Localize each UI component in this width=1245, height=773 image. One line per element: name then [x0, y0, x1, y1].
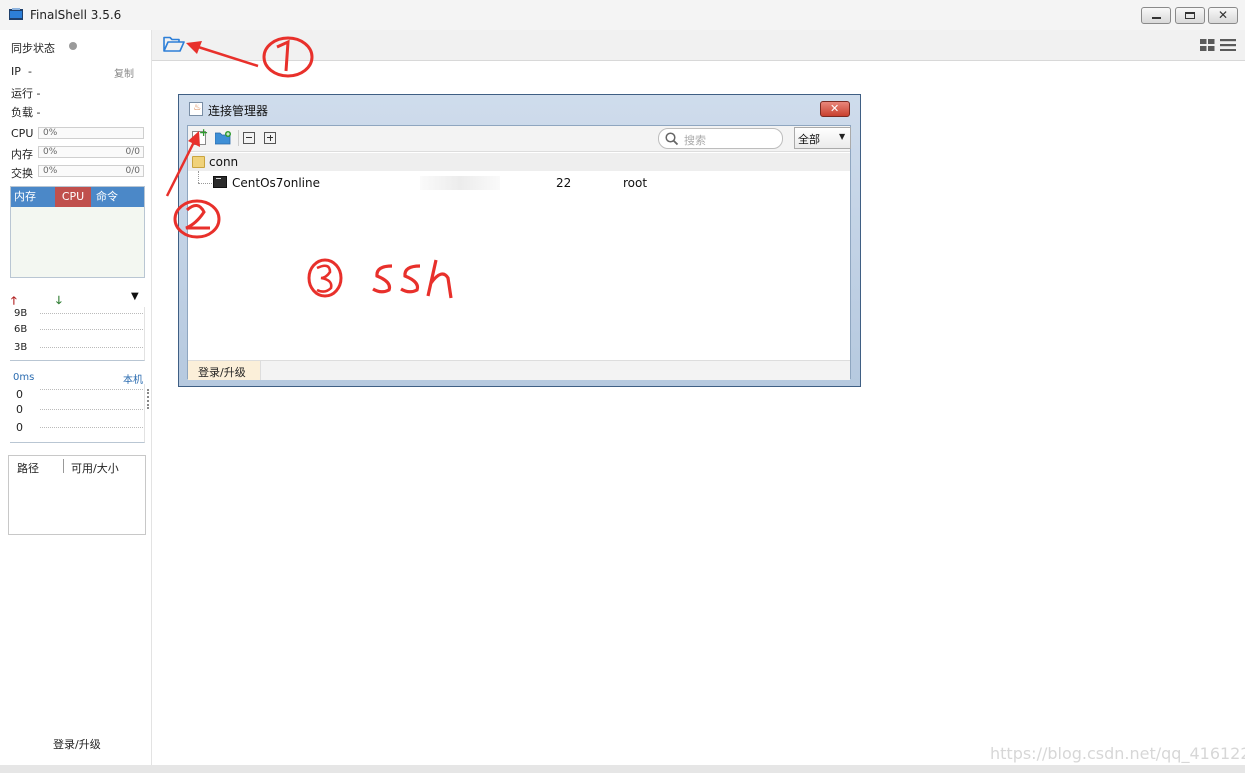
annotation-ssh-text [372, 259, 453, 299]
annotation-circle [173, 199, 221, 239]
annotation-circle [307, 258, 343, 298]
annotation-circle [262, 36, 314, 78]
annotation-overlay [165, 36, 453, 299]
watermark: https://blog.csdn.net/qq_41612292 [990, 744, 1245, 763]
window-bottom-border [0, 765, 1245, 773]
annotation-arrow [165, 131, 200, 197]
annotation-arrow [186, 41, 259, 68]
